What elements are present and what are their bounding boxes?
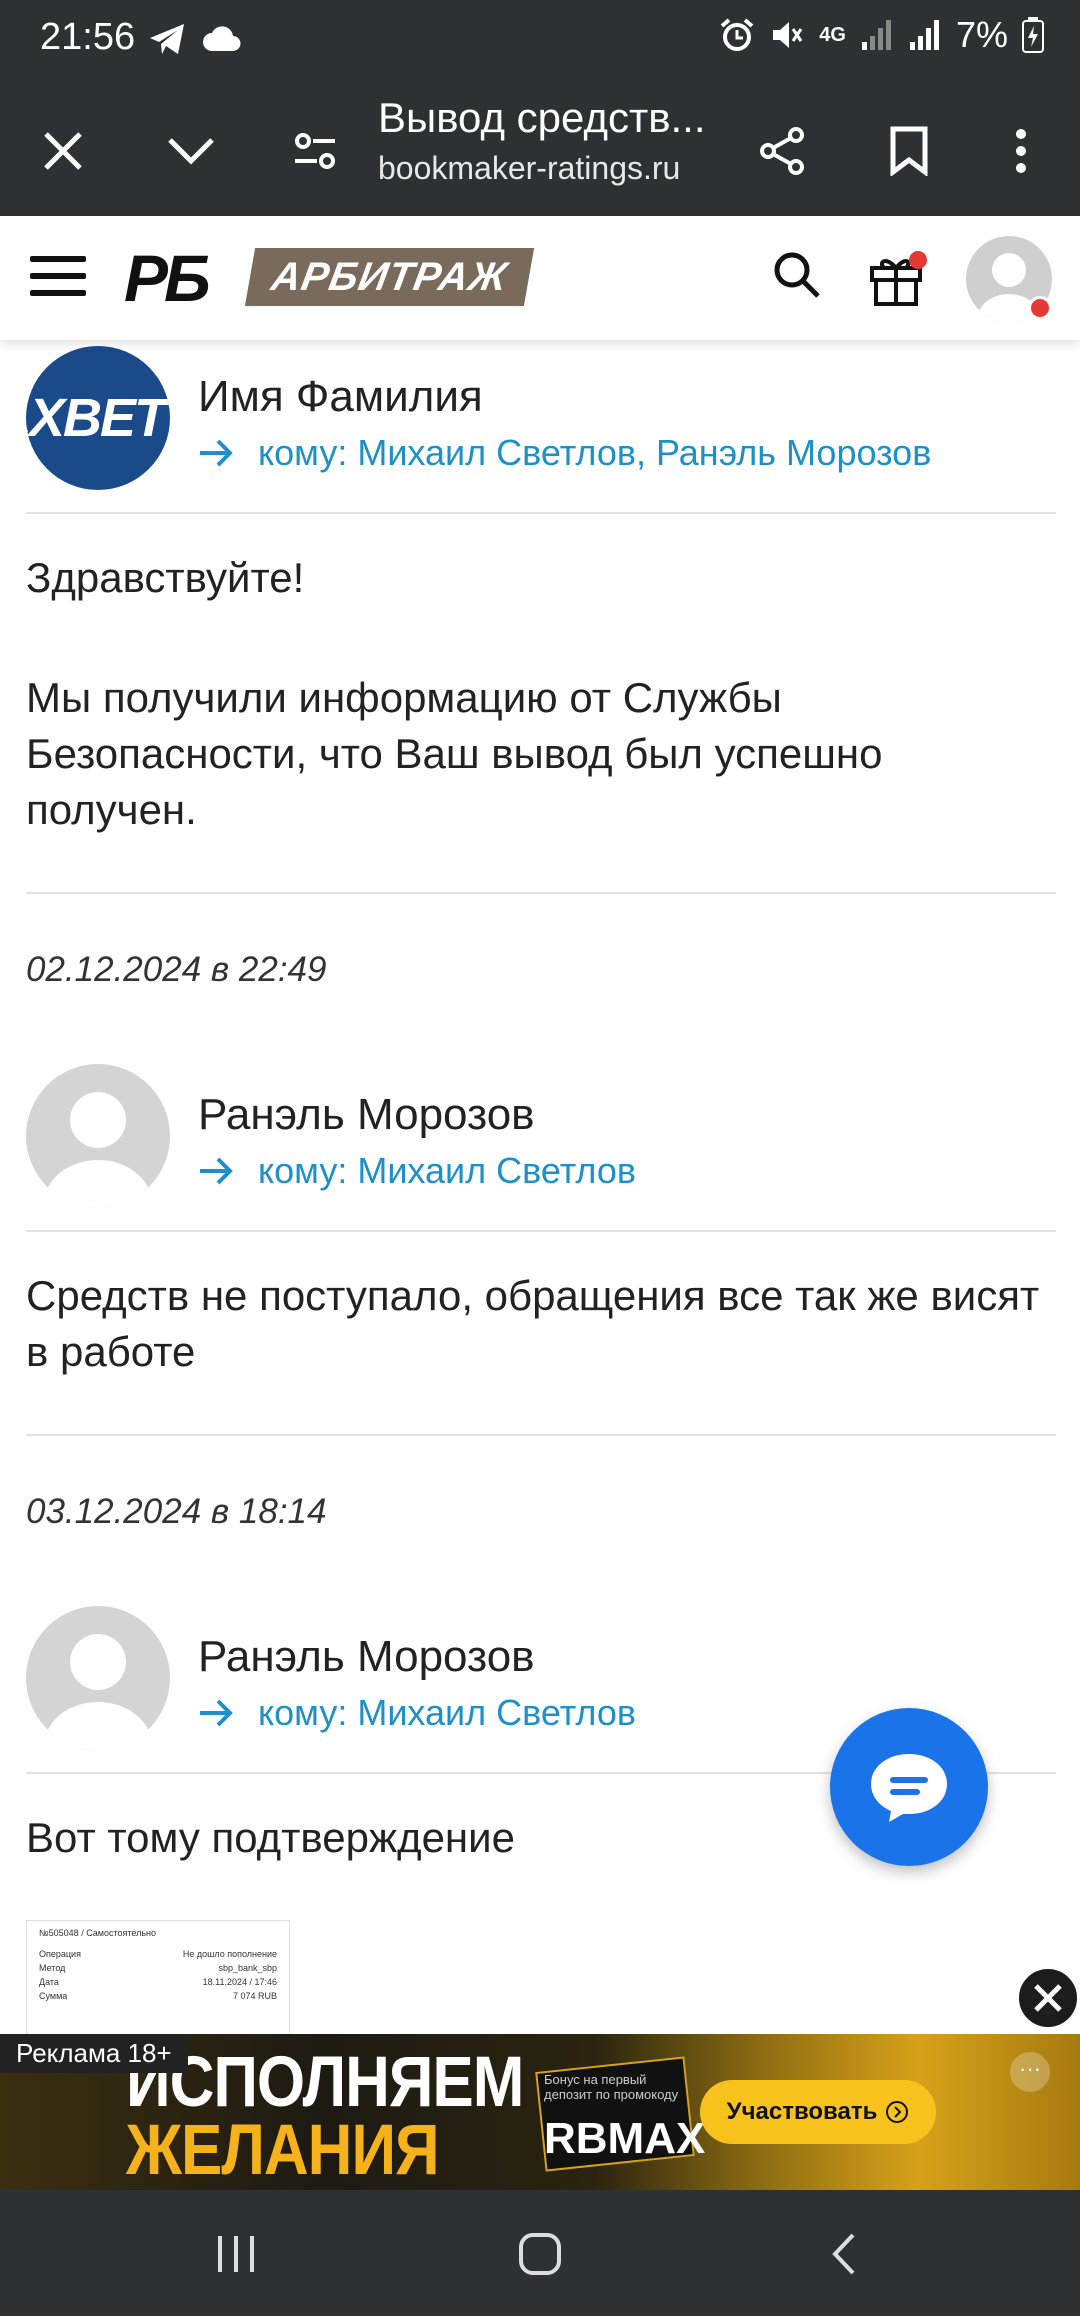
avatar [26, 1606, 170, 1750]
sender-name[interactable]: Имя Фамилия [198, 372, 483, 422]
user-icon [44, 1634, 152, 1750]
bookmark-button[interactable] [874, 116, 944, 186]
notification-dot [1028, 296, 1052, 320]
ad-banner[interactable]: Реклама 18+ ИСПОЛНЯЕМ ЖЕЛАНИЯ Бонус на п… [0, 2034, 1080, 2190]
search-button[interactable] [772, 250, 822, 305]
battery-percent: 7% [955, 14, 1008, 55]
more-vert-icon [1016, 129, 1026, 173]
battery-icon [1022, 17, 1044, 53]
sender-name[interactable]: Ранэль Морозов [198, 1632, 535, 1682]
menu-button[interactable] [30, 256, 86, 300]
avatar [26, 1064, 170, 1208]
recent-apps-button[interactable] [206, 2226, 266, 2282]
message-date: 02.12.2024 в 22:49 [26, 950, 327, 989]
network-type: 4G [819, 23, 846, 46]
participate-button[interactable]: Участвовать [700, 2080, 936, 2144]
recipients[interactable]: кому: Михаил Светлов [258, 1692, 636, 1734]
ad-options-button[interactable]: ··· [1010, 2052, 1050, 2092]
arrow-right-icon [200, 1699, 233, 1727]
ad-label: Реклама 18+ [0, 2034, 188, 2073]
ad-bonus-text: Бонус на первый депозит по промокоду [544, 2072, 679, 2102]
gift-button[interactable] [866, 246, 930, 315]
more-options-button[interactable] [986, 116, 1056, 186]
browser-toolbar: Вывод средств... bookmaker-ratings.ru [0, 84, 1080, 216]
arrow-right-icon [200, 439, 233, 467]
close-ad-button[interactable] [1016, 1966, 1080, 2030]
recent-apps-icon [218, 2236, 254, 2272]
site-settings-button[interactable] [280, 116, 350, 186]
cloud-icon [203, 26, 241, 51]
alarm-icon [720, 18, 754, 51]
avatar: 1XBET [26, 346, 170, 490]
attachment-thumbnail[interactable]: №505048 / Самостоятельно Операция Не дошл… [26, 1920, 290, 2040]
chevron-right-icon [886, 2101, 909, 2123]
close-icon [1034, 1984, 1062, 2012]
gift-icon [870, 251, 927, 306]
minimize-button[interactable] [156, 116, 226, 186]
bookmark-icon [890, 126, 928, 176]
share-button[interactable] [748, 116, 818, 186]
signal-icon [861, 20, 891, 50]
share-icon [760, 127, 804, 175]
back-button[interactable] [814, 2226, 874, 2282]
recipients[interactable]: кому: Михаил Светлов, Ранэль Морозов [258, 432, 931, 474]
ad-promo-code: RBMAX [544, 2114, 706, 2163]
mute-icon [773, 22, 803, 48]
page-url[interactable]: bookmaker-ratings.ru [378, 150, 680, 187]
arrow-right-icon [200, 1157, 233, 1185]
thumbnail-header: №505048 / Самостоятельно [39, 1928, 157, 1938]
close-icon [44, 132, 82, 170]
sender-name[interactable]: Ранэль Морозов [198, 1090, 535, 1140]
chat-bubble-icon [871, 1754, 947, 1822]
status-time: 21:56 [40, 16, 136, 58]
divider [26, 892, 1056, 894]
ad-headline-2: ЖЕЛАНИЯ [126, 2110, 440, 2190]
site-header: РБ АРБИТРАЖ [0, 216, 1080, 340]
user-icon [44, 1092, 152, 1208]
telegram-icon [150, 24, 184, 54]
chevron-down-icon [168, 138, 214, 165]
message-body: Здравствуйте! [26, 554, 305, 601]
status-bar: 21:56 4G 7% [0, 0, 1080, 84]
participate-label: Участвовать [726, 2098, 878, 2125]
divider [26, 1230, 1056, 1232]
search-icon [774, 252, 820, 298]
message-body: Средств не поступало, обращения все так … [26, 1272, 1040, 1375]
divider [26, 512, 1056, 514]
chat-button[interactable] [830, 1708, 988, 1866]
message-body: Мы получили информацию от Службы Безопас… [26, 674, 883, 833]
signal-icon [909, 20, 939, 50]
close-tab-button[interactable] [28, 116, 98, 186]
home-icon [519, 2233, 561, 2275]
recipients[interactable]: кому: Михаил Светлов [258, 1150, 636, 1192]
message-date: 03.12.2024 в 18:14 [26, 1492, 327, 1531]
site-logo[interactable]: РБ [124, 244, 211, 312]
page-title: Вывод средств... [378, 94, 706, 141]
divider [26, 1434, 1056, 1436]
system-nav-bar [0, 2190, 1080, 2316]
home-button[interactable] [510, 2226, 570, 2282]
avatar-logo-text: 1XBET [26, 388, 167, 448]
tune-icon [295, 133, 335, 169]
site-logo-section[interactable]: АРБИТРАЖ [244, 248, 535, 306]
back-icon [832, 2233, 855, 2275]
